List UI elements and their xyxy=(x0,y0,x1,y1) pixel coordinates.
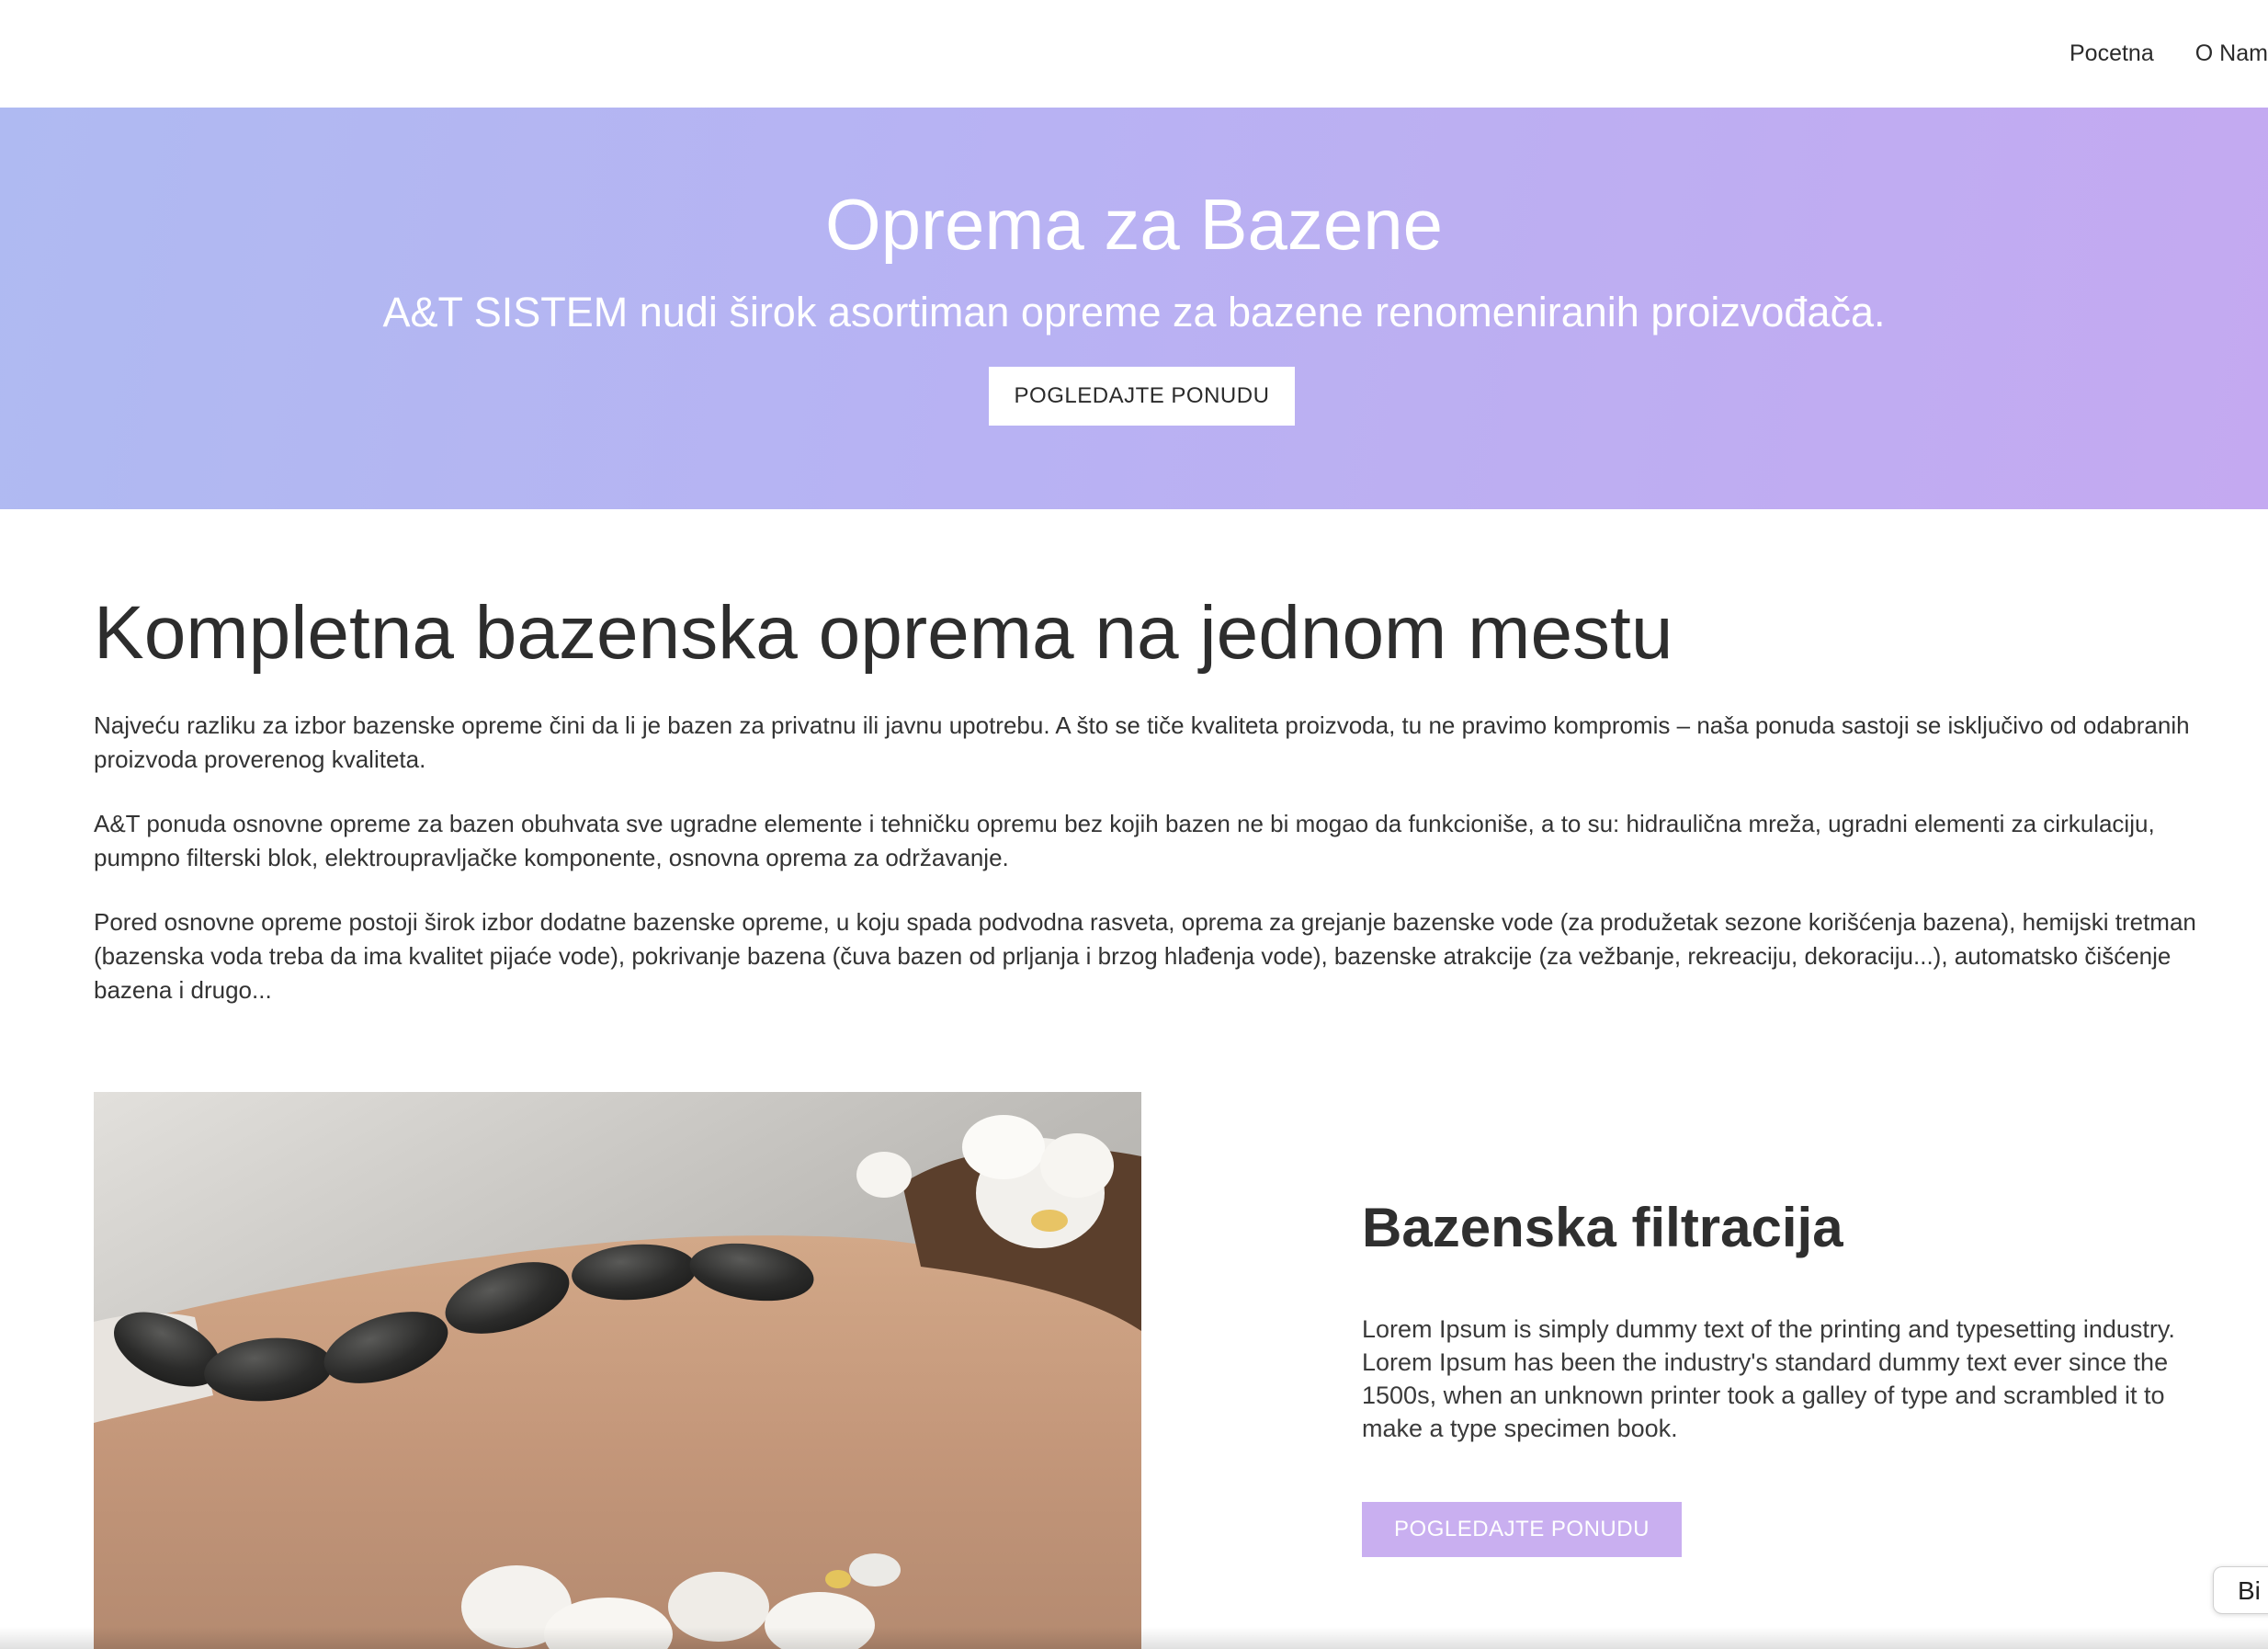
intro-paragraph-3: Pored osnovne opreme postoji širok izbor… xyxy=(94,908,2196,1004)
hero-view-offer-button[interactable]: POGLEDAJTE PONUDU xyxy=(989,367,1295,426)
bottom-edge-shadow xyxy=(0,1627,2268,1649)
intro-paragraph-1: Najveću razliku za izbor bazenske opreme… xyxy=(94,711,2190,773)
feature-description: Lorem Ipsum is simply dummy text of the … xyxy=(1362,1315,2175,1442)
feature-title: Bazenska filtracija xyxy=(1362,1197,1843,1258)
nav-item-pocetna[interactable]: Pocetna xyxy=(2070,35,2154,72)
hero-subtitle: A&T SISTEM nudi širok asortiman opreme z… xyxy=(382,289,1886,335)
section-heading: Kompletna bazenska oprema na jednom mest… xyxy=(94,591,1673,675)
chat-widget[interactable]: Bi xyxy=(2213,1566,2268,1614)
hero-banner: Oprema za Bazene A&T SISTEM nudi širok a… xyxy=(0,108,2268,509)
nav-item-o-nama[interactable]: O Nama xyxy=(2195,35,2268,72)
chat-widget-label: Bi xyxy=(2238,1576,2261,1605)
top-navbar: Pocetna O Nama xyxy=(0,0,2268,108)
main-nav: Pocetna O Nama xyxy=(2070,35,2268,72)
hero-title: Oprema za Bazene xyxy=(824,184,1444,265)
feature-view-offer-button[interactable]: POGLEDAJTE PONUDU xyxy=(1362,1502,1682,1557)
spa-stones-photo xyxy=(94,1092,1141,1649)
intro-paragraph-2: A&T ponuda osnovne opreme za bazen obuhv… xyxy=(94,810,2155,871)
